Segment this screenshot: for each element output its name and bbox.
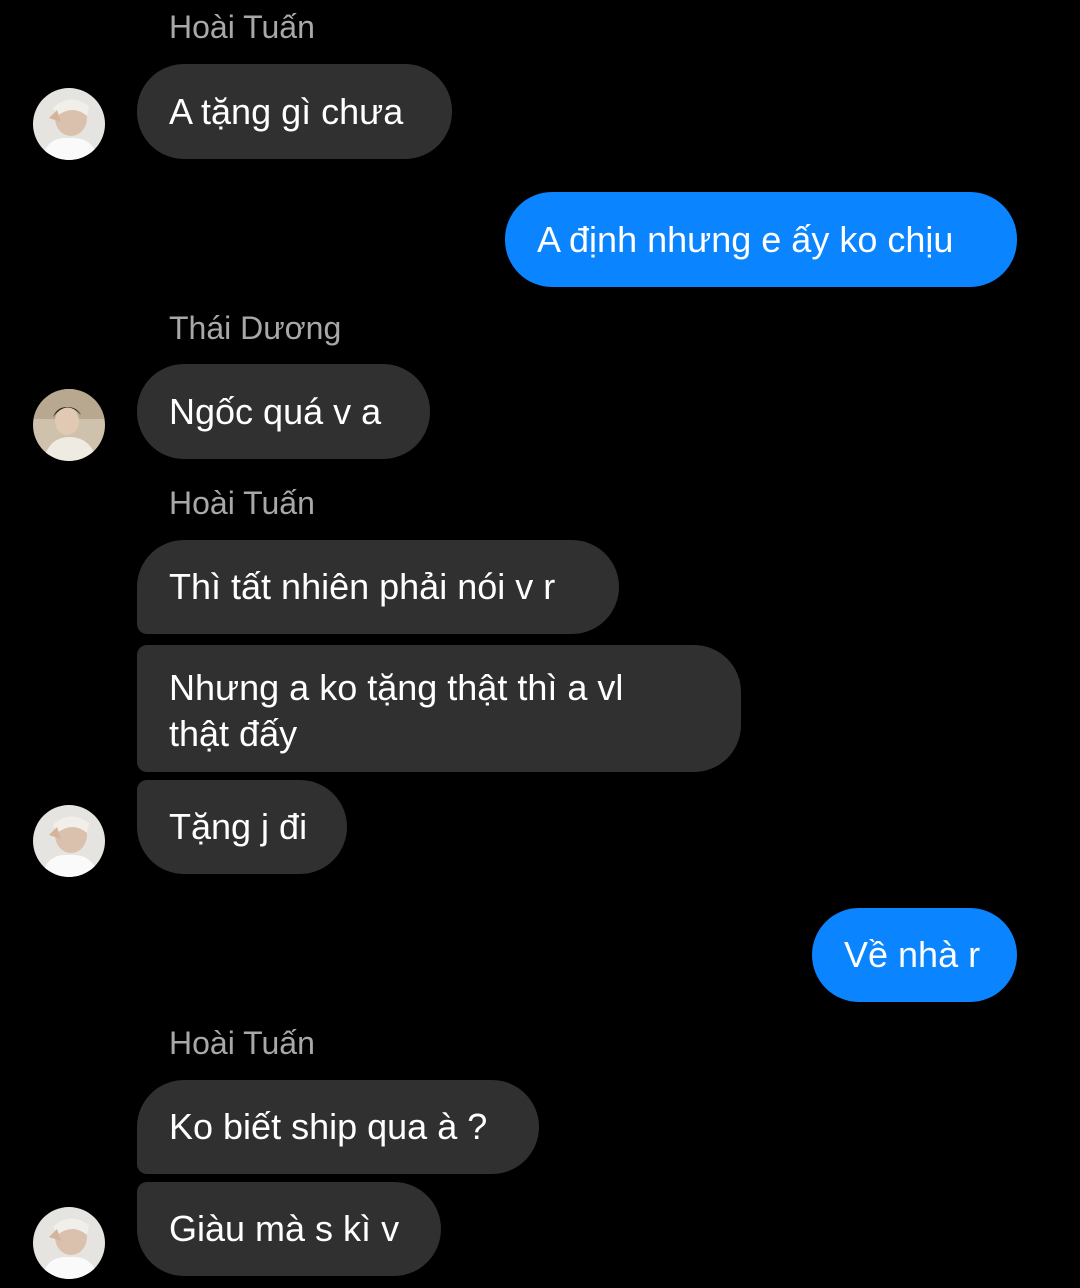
avatar-thai-duong[interactable] <box>33 389 105 461</box>
avatar-image <box>33 805 105 877</box>
avatar-hoai-tuan[interactable] <box>33 88 105 160</box>
message-bubble-outgoing[interactable]: Về nhà r <box>812 908 1017 1002</box>
avatar-image <box>33 389 105 461</box>
message-bubble-incoming[interactable]: Giàu mà s kì v <box>137 1182 441 1276</box>
message-text: A tặng gì chưa <box>169 90 404 132</box>
message-bubble-outgoing[interactable]: A định nhưng e ấy ko chịu <box>505 192 1017 287</box>
message-bubble-incoming[interactable]: Nhưng a ko tặng thật thì a vl thật đấy <box>137 645 741 772</box>
message-text: Nhưng a ko tặng thật thì a vl thật đấy <box>169 667 624 754</box>
sender-name: Hoài Tuấn <box>169 1025 315 1061</box>
message-bubble-incoming[interactable]: Ko biết ship qua à ? <box>137 1080 539 1174</box>
sender-name: Hoài Tuấn <box>169 9 315 45</box>
sender-name: Hoài Tuấn <box>169 485 315 521</box>
message-text: Giàu mà s kì v <box>169 1208 400 1249</box>
message-bubble-incoming[interactable]: Tặng j đi <box>137 780 347 874</box>
message-text: Tặng j đi <box>169 806 308 847</box>
message-bubble-incoming[interactable]: Ngốc quá v a <box>137 364 430 459</box>
avatar-image <box>33 88 105 160</box>
message-bubble-incoming[interactable]: Thì tất nhiên phải nói v r <box>137 540 619 634</box>
message-text: Thì tất nhiên phải nói v r <box>169 566 556 607</box>
message-text: Về nhà r <box>844 934 981 975</box>
avatar-hoai-tuan[interactable] <box>33 805 105 877</box>
sender-name: Thái Dương <box>169 310 342 346</box>
avatar-image <box>33 1207 105 1279</box>
message-text: Ko biết ship qua à ? <box>169 1106 488 1147</box>
message-text: Ngốc quá v a <box>169 390 382 432</box>
avatar-hoai-tuan[interactable] <box>33 1207 105 1279</box>
message-text: A định nhưng e ấy ko chịu <box>537 218 954 260</box>
message-bubble-incoming[interactable]: A tặng gì chưa <box>137 64 452 159</box>
